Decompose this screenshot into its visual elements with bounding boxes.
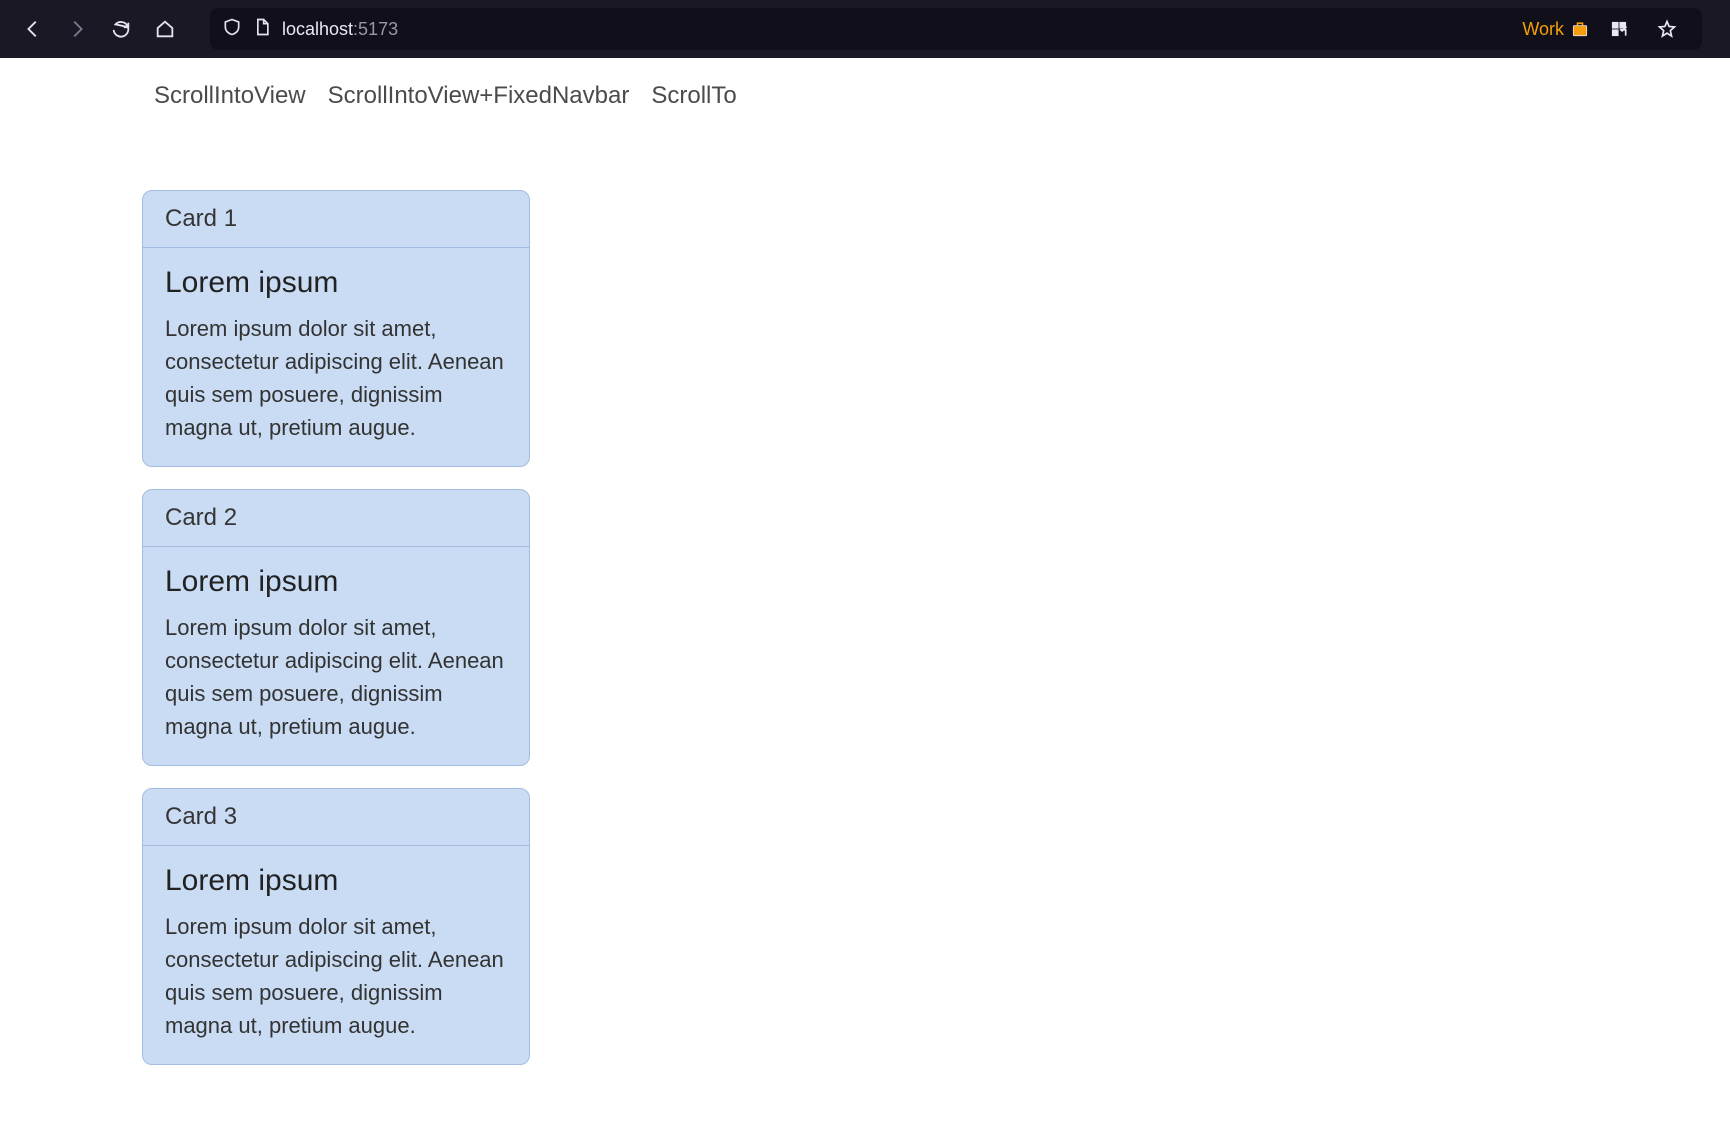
card-title: Lorem ipsum [165,864,507,898]
card-title: Lorem ipsum [165,266,507,300]
nav-link-scrollto[interactable]: ScrollTo [651,82,736,110]
card-list: Card 1 Lorem ipsum Lorem ipsum dolor sit… [0,118,530,1065]
card-body: Lorem ipsum Lorem ipsum dolor sit amet, … [143,248,529,466]
home-icon [154,18,176,40]
nav-link-scrollintoview[interactable]: ScrollIntoView [154,82,306,110]
url-port: :5173 [353,19,398,39]
star-icon [1657,19,1677,39]
card-title: Lorem ipsum [165,565,507,599]
arrow-left-icon [22,18,44,40]
work-label: Work [1522,19,1564,40]
grid-view-button[interactable] [1600,10,1638,48]
page-nav: ScrollIntoView ScrollIntoView+FixedNavba… [0,58,1730,118]
card-text: Lorem ipsum dolor sit amet, consectetur … [165,312,507,444]
card-text: Lorem ipsum dolor sit amet, consectetur … [165,910,507,1042]
bookmark-button[interactable] [1648,10,1686,48]
address-bar[interactable]: localhost:5173 Work [210,8,1702,50]
container-work-badge[interactable]: Work [1522,19,1590,40]
reload-icon [110,18,132,40]
page-viewport[interactable]: ScrollIntoView ScrollIntoView+FixedNavba… [0,58,1730,1140]
card-text: Lorem ipsum dolor sit amet, consectetur … [165,611,507,743]
card-header: Card 2 [143,490,529,547]
card: Card 1 Lorem ipsum Lorem ipsum dolor sit… [142,190,530,467]
reload-button[interactable] [102,10,140,48]
card-header: Card 3 [143,789,529,846]
briefcase-icon [1570,19,1590,39]
card-body: Lorem ipsum Lorem ipsum dolor sit amet, … [143,846,529,1064]
back-button[interactable] [14,10,52,48]
url-host: localhost [282,19,353,39]
browser-toolbar: localhost:5173 Work [0,0,1730,58]
page-icon [252,17,272,42]
shield-icon[interactable] [222,17,242,42]
url-text: localhost:5173 [282,19,398,40]
card: Card 2 Lorem ipsum Lorem ipsum dolor sit… [142,489,530,766]
card-header: Card 1 [143,191,529,248]
arrow-right-icon [66,18,88,40]
home-button[interactable] [146,10,184,48]
nav-link-scrollintoview-fixednavbar[interactable]: ScrollIntoView+FixedNavbar [328,82,630,110]
card-body: Lorem ipsum Lorem ipsum dolor sit amet, … [143,547,529,765]
card: Card 3 Lorem ipsum Lorem ipsum dolor sit… [142,788,530,1065]
grid-icon [1609,19,1629,39]
forward-button[interactable] [58,10,96,48]
